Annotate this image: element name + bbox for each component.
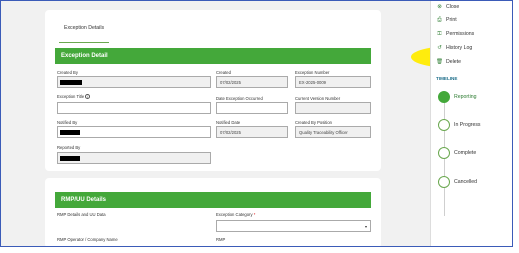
- printer-icon: ⎙: [437, 17, 442, 23]
- exception-title-label-wrap: Exception Title i: [57, 94, 91, 100]
- menu-close[interactable]: ⊗ Close: [436, 3, 459, 12]
- created-by-position-field: Quality Traceability Officer: [295, 126, 371, 138]
- created-field: 07/02/2025: [216, 76, 288, 88]
- created-label: Created: [216, 70, 231, 75]
- current-version-field: [295, 102, 371, 114]
- timeline-step-complete: Complete: [454, 150, 477, 156]
- menu-close-label: Close: [446, 4, 460, 10]
- current-version-label: Current Version Number: [295, 96, 341, 101]
- trash-icon: 🗑: [436, 59, 443, 65]
- exception-category-label-wrap: Exception Category *: [216, 212, 255, 217]
- timeline-step-in-progress-dot: [438, 119, 450, 131]
- menu-delete-label: Delete: [446, 59, 461, 65]
- timeline-step-in-progress: In Progress: [454, 122, 481, 128]
- menu-permissions-label: Permissions: [446, 31, 475, 37]
- exception-number-label: Exception Number: [295, 70, 330, 75]
- notified-by-label: Notified By: [57, 120, 78, 125]
- exception-details-card: Exception Details Exception Detail Creat…: [45, 10, 381, 171]
- timeline-step-reporting: Reporting: [454, 94, 477, 100]
- rmp-operator-label: RMP Operator / Company Name: [57, 237, 118, 242]
- menu-delete[interactable]: 🗑 Delete: [436, 58, 461, 67]
- notified-date-field: 07/02/2025: [216, 126, 288, 138]
- created-by-label: Created By: [57, 70, 78, 75]
- menu-history-label: History Log: [446, 45, 473, 51]
- info-icon[interactable]: i: [85, 94, 91, 100]
- timeline-label: TIMELINE: [436, 76, 458, 81]
- exception-category-select[interactable]: ▾: [216, 220, 371, 232]
- action-panel: ⊗ Close ⎙ Print ⚿ Permissions ↺ History Log …: [430, 1, 512, 246]
- date-occurred-label: Date Exception Occurred: [216, 96, 263, 101]
- key-icon: ⚿: [437, 31, 442, 37]
- history-icon: ↺: [437, 45, 442, 51]
- exception-category-label: Exception Category: [216, 212, 253, 217]
- reported-by-field: [57, 152, 211, 164]
- close-icon: ⊗: [437, 4, 442, 10]
- notified-date-label: Notified Date: [216, 120, 241, 125]
- rmp-details-card: RMP/UU Details RMP Details and UU Data E…: [45, 178, 381, 246]
- app-window: Exception Details Exception Detail Creat…: [0, 0, 513, 247]
- exception-number-field: EX-2025-0009: [295, 76, 371, 88]
- timeline-step-cancelled-dot: [438, 176, 450, 188]
- rmp-label: RMP: [216, 237, 226, 242]
- reported-by-label: Reported By: [57, 145, 81, 150]
- redacted-text: [60, 80, 82, 85]
- exception-title-label: Exception Title: [57, 94, 85, 99]
- timeline-step-complete-dot: [438, 147, 450, 159]
- menu-print-label: Print: [446, 17, 457, 23]
- timeline-step-reporting-dot: [438, 91, 450, 103]
- rmp-details-label: RMP Details and UU Data: [57, 212, 106, 217]
- created-by-field: [57, 76, 211, 88]
- exception-detail-heading: Exception Detail: [55, 48, 371, 64]
- tab-exception-details[interactable]: Exception Details: [59, 14, 110, 43]
- redacted-text: [60, 130, 80, 135]
- created-by-position-label: Created By Position: [295, 120, 333, 125]
- menu-permissions[interactable]: ⚿ Permissions: [436, 30, 474, 39]
- exception-title-input[interactable]: [57, 102, 211, 114]
- menu-print[interactable]: ⎙ Print: [436, 16, 457, 25]
- timeline-step-cancelled: Cancelled: [454, 179, 478, 185]
- menu-history-log[interactable]: ↺ History Log: [436, 44, 472, 53]
- chevron-down-icon: ▾: [364, 224, 367, 229]
- date-occurred-input[interactable]: [216, 102, 288, 114]
- required-marker: *: [253, 212, 256, 217]
- notified-by-input[interactable]: [57, 126, 211, 138]
- rmp-details-heading: RMP/UU Details: [55, 192, 371, 208]
- redacted-text: [60, 156, 80, 161]
- left-sidebar: [1, 1, 27, 246]
